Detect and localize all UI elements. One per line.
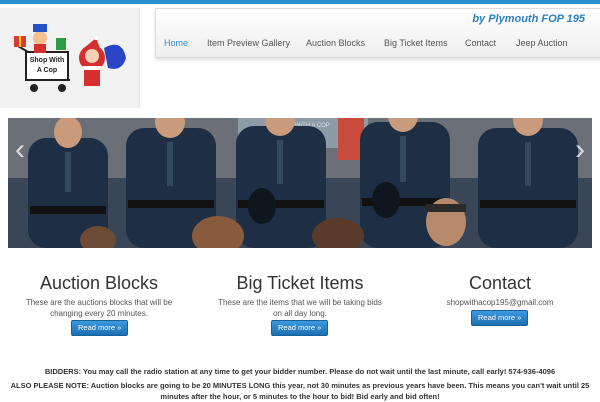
nav-item-home[interactable]: Home [164, 38, 188, 48]
nav-item-big-ticket-items[interactable]: Big Ticket Items [384, 38, 448, 48]
feature-contact: Contact shopwithacop195@gmail.com [415, 272, 585, 308]
feature-title: Auction Blocks [39, 273, 159, 293]
slider-photo: SHOP WITH A COP [8, 118, 592, 248]
feature-text: These are the items that we will be taki… [218, 298, 382, 318]
nav-item-auction-blocks[interactable]: Auction Blocks [306, 38, 365, 48]
shop-with-a-cop-logo: Shop With A Cop [14, 24, 126, 92]
feature-big-ticket-items: Big Ticket Items These are the items tha… [215, 272, 385, 319]
site-tagline: by Plymouth FOP 195 [472, 13, 585, 25]
nav-item-jeep-auction[interactable]: Jeep Auction [516, 38, 568, 48]
auction-blocks-read-more-button[interactable]: Read more » [71, 320, 129, 336]
svg-text:Shop With: Shop With [30, 57, 65, 64]
nav-item-contact[interactable]: Contact [465, 38, 496, 48]
header-bar: by Plymouth FOP 195 Home Item Preview Ga… [155, 8, 600, 58]
bidders-notice: BIDDERS: You may call the radio station … [44, 367, 556, 376]
feature-title: Contact [468, 273, 532, 293]
chevron-right-icon[interactable]: › [570, 135, 590, 165]
feature-title: Big Ticket Items [236, 273, 364, 293]
top-accent-bar [0, 0, 600, 4]
contact-email[interactable]: shopwithacop195@gmail.com [415, 297, 585, 308]
site-logo[interactable]: Shop With A Cop [0, 8, 140, 108]
nav-item-item-preview-gallery[interactable]: Item Preview Gallery [207, 38, 290, 48]
feature-auction-blocks: Auction Blocks These are the auctions bl… [14, 272, 184, 319]
auction-length-notice: ALSO PLEASE NOTE: Auction blocks are goi… [10, 381, 590, 401]
svg-text:A Cop: A Cop [37, 67, 57, 74]
main-nav: Home Item Preview Gallery Auction Blocks… [156, 35, 600, 55]
big-ticket-items-read-more-button[interactable]: Read more » [271, 320, 329, 336]
contact-read-more-button[interactable]: Read more » [471, 310, 529, 326]
chevron-left-icon[interactable]: ‹ [10, 135, 30, 165]
feature-text: These are the auctions blocks that will … [25, 298, 173, 318]
image-slider[interactable]: SHOP WITH A COP [8, 118, 592, 248]
